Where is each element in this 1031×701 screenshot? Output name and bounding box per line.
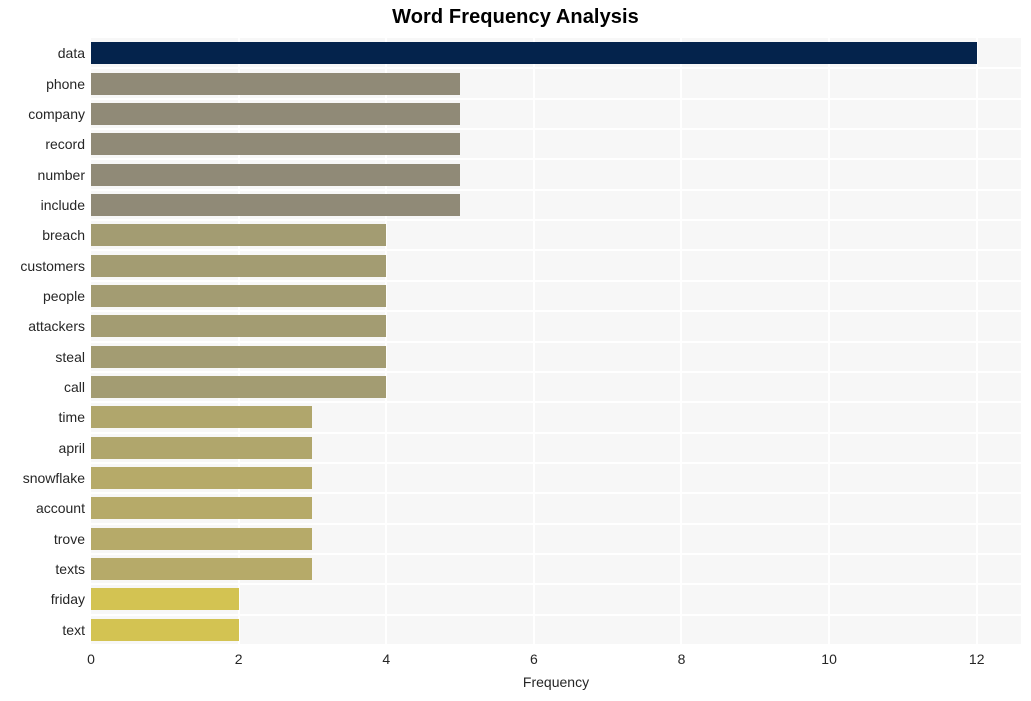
bar[interactable] bbox=[91, 527, 313, 550]
y-gridline bbox=[91, 522, 1021, 525]
bar[interactable] bbox=[91, 376, 387, 399]
y-gridline bbox=[91, 644, 1021, 645]
bar[interactable] bbox=[91, 315, 387, 338]
y-axis-labels: data phone company record number include breac… bbox=[0, 38, 85, 645]
y-axis-tick-label: account bbox=[35, 500, 85, 517]
y-axis-tick-label: number bbox=[37, 166, 85, 183]
bar[interactable] bbox=[91, 436, 313, 459]
bar[interactable] bbox=[91, 72, 461, 95]
y-axis-tick-label: time bbox=[58, 409, 85, 426]
y-gridline bbox=[91, 401, 1021, 404]
y-axis-tick-label: friday bbox=[50, 591, 85, 608]
chart-figure: Word Frequency Analysis data phone company… bbox=[0, 0, 1031, 701]
y-axis-tick-label: customers bbox=[20, 257, 85, 274]
y-axis-tick-label: breach bbox=[42, 227, 85, 244]
bar[interactable] bbox=[91, 254, 387, 277]
y-gridline bbox=[91, 370, 1021, 373]
plot-area bbox=[91, 38, 1021, 645]
y-gridline bbox=[91, 431, 1021, 434]
x-axis-tick-label: 12 bbox=[968, 651, 985, 667]
y-axis-tick-label: attackers bbox=[28, 318, 85, 335]
y-axis-tick-label: data bbox=[57, 45, 85, 62]
y-gridline bbox=[91, 188, 1021, 191]
y-gridline bbox=[91, 340, 1021, 343]
bar[interactable] bbox=[91, 497, 313, 520]
y-gridline bbox=[91, 552, 1021, 555]
x-axis-tick-labels: 0 2 4 6 8 10 12 bbox=[0, 649, 1031, 671]
bar[interactable] bbox=[91, 193, 461, 216]
y-axis-tick-label: text bbox=[62, 621, 85, 638]
y-axis-tick-label: april bbox=[58, 439, 85, 456]
bar[interactable] bbox=[91, 588, 239, 611]
bar[interactable] bbox=[91, 42, 977, 65]
bar[interactable] bbox=[91, 102, 461, 125]
y-axis-tick-label: record bbox=[45, 136, 85, 153]
bar[interactable] bbox=[91, 345, 387, 368]
y-axis-tick-label: people bbox=[42, 287, 85, 304]
y-axis-tick-label: trove bbox=[53, 530, 85, 547]
bar[interactable] bbox=[91, 558, 313, 581]
x-axis-tick-label: 8 bbox=[677, 651, 686, 667]
x-axis-tick-label: 10 bbox=[821, 651, 837, 667]
x-axis-tick-label: 2 bbox=[234, 651, 243, 667]
y-gridline bbox=[91, 158, 1021, 161]
y-gridline bbox=[91, 219, 1021, 222]
x-axis-tick-label: 4 bbox=[382, 651, 391, 667]
y-gridline bbox=[91, 461, 1021, 464]
x-axis-tick-label: 0 bbox=[87, 651, 95, 667]
y-axis-tick-label: phone bbox=[46, 75, 85, 92]
bar[interactable] bbox=[91, 406, 313, 429]
y-gridline bbox=[91, 279, 1021, 282]
y-axis-tick-label: include bbox=[40, 196, 85, 213]
y-axis-tick-label: call bbox=[63, 379, 85, 396]
y-gridline bbox=[91, 67, 1021, 70]
y-gridline bbox=[91, 249, 1021, 252]
bar[interactable] bbox=[91, 618, 239, 641]
y-axis-tick-label: texts bbox=[55, 561, 85, 578]
y-gridline bbox=[91, 583, 1021, 586]
x-axis-tick-label: 6 bbox=[529, 651, 538, 667]
bar[interactable] bbox=[91, 467, 313, 490]
bar[interactable] bbox=[91, 163, 461, 186]
chart-title: Word Frequency Analysis bbox=[392, 6, 639, 28]
y-gridline bbox=[91, 128, 1021, 131]
bar[interactable] bbox=[91, 284, 387, 307]
y-gridline bbox=[91, 492, 1021, 495]
y-axis-tick-label: steal bbox=[55, 348, 85, 365]
y-gridline bbox=[91, 310, 1021, 313]
x-axis-title: Frequency bbox=[522, 674, 590, 690]
y-gridline bbox=[91, 613, 1021, 616]
bar[interactable] bbox=[91, 133, 461, 156]
y-gridline bbox=[91, 97, 1021, 100]
bar[interactable] bbox=[91, 224, 387, 247]
y-axis-tick-label: company bbox=[28, 105, 85, 122]
y-axis-tick-label: snowflake bbox=[22, 470, 85, 487]
